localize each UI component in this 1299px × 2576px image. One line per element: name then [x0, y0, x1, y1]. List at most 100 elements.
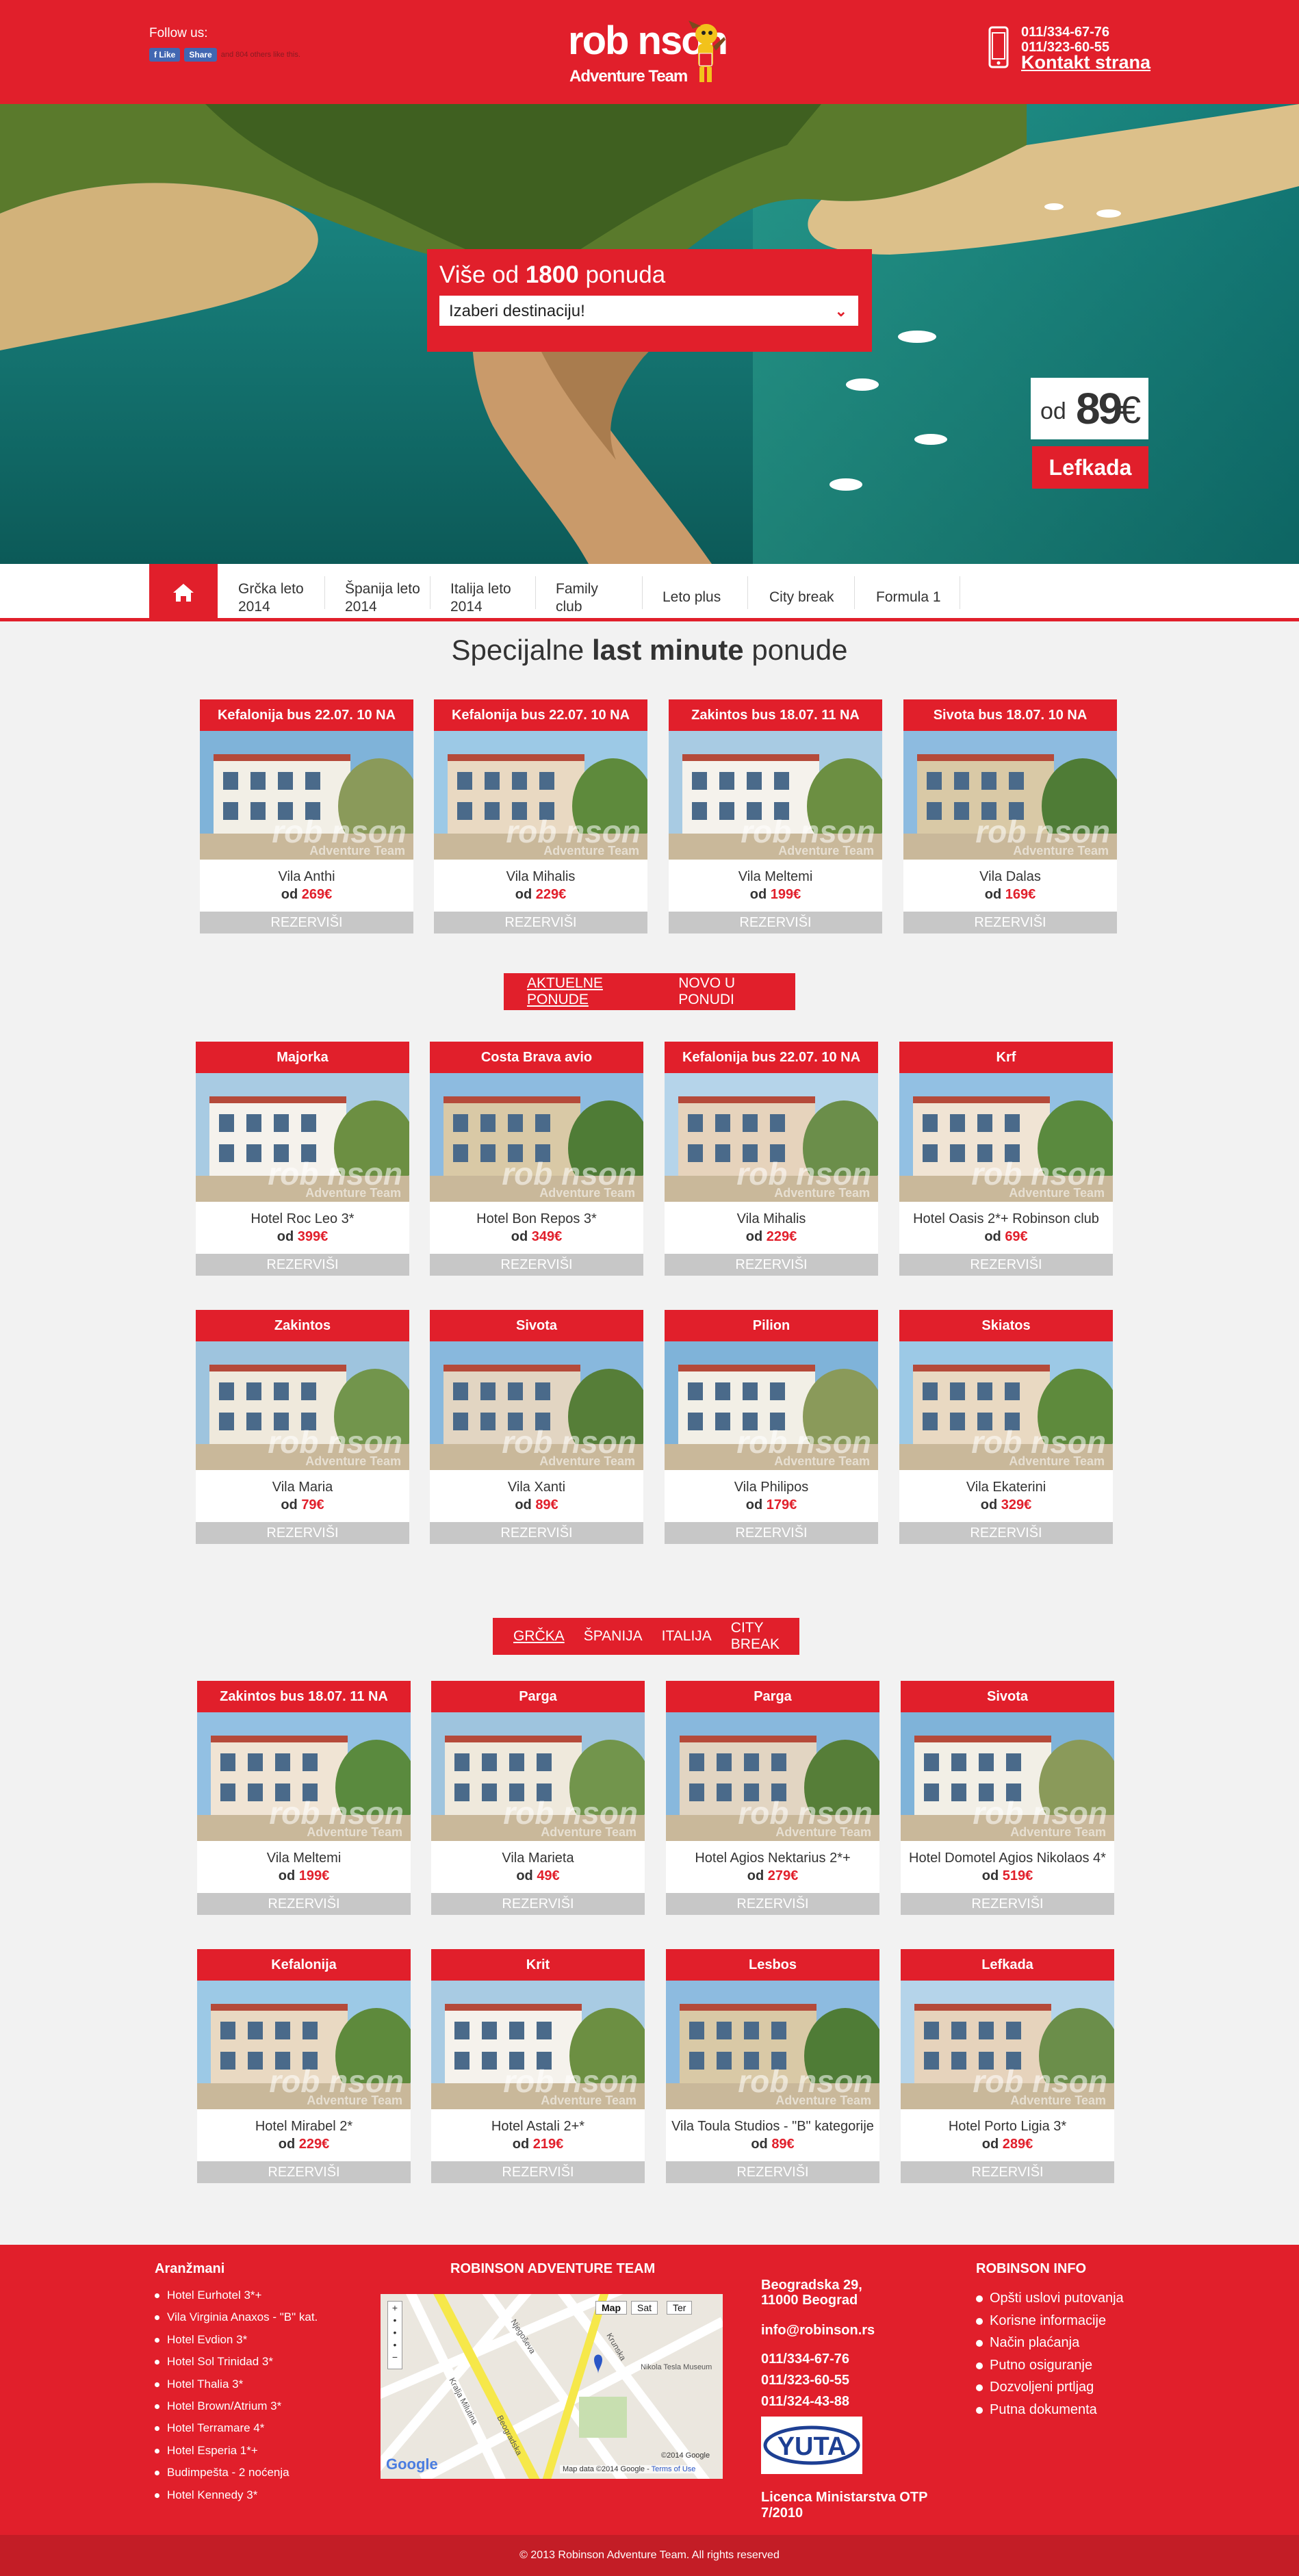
reserve-button[interactable]: REZERVIŠI: [430, 1254, 643, 1276]
reserve-button[interactable]: REZERVIŠI: [200, 912, 413, 933]
map-zoom-control[interactable]: + • • • −: [387, 2301, 402, 2369]
home-button[interactable]: [149, 564, 218, 621]
footer-link[interactable]: Hotel Brown/Atrium 3*: [155, 2395, 318, 2417]
reserve-button[interactable]: REZERVIŠI: [666, 2161, 879, 2183]
footer-email[interactable]: info@robinson.rs: [761, 2323, 875, 2339]
nav-item-spanija[interactable]: Španija leto 2014: [345, 580, 427, 616]
featured-destination-button[interactable]: Lefkada: [1032, 446, 1148, 489]
footer-link[interactable]: Način plaćanja: [976, 2332, 1124, 2354]
offer-card[interactable]: Kefalonija bus 22.07. 10 NA rob nson Adven…: [200, 699, 413, 933]
reserve-button[interactable]: REZERVIŠI: [431, 1893, 645, 1915]
tab-city-break[interactable]: CITY BREAK: [721, 1620, 799, 1653]
offer-card[interactable]: Skiatos rob nson Adventure Team Vila Ekater…: [899, 1310, 1113, 1544]
offer-photo[interactable]: rob nson Adventure Team: [669, 731, 882, 860]
offer-card[interactable]: Parga rob nson Adventure Team Vila Marieta o…: [431, 1681, 645, 1915]
reserve-button[interactable]: REZERVIŠI: [665, 1254, 878, 1276]
footer-link[interactable]: Korisne informacije: [976, 2310, 1124, 2332]
footer-link[interactable]: Dozvoljeni prtljag: [976, 2376, 1124, 2399]
offer-photo[interactable]: rob nson Adventure Team: [901, 1712, 1114, 1841]
footer-link[interactable]: Hotel Esperia 1*+: [155, 2440, 318, 2462]
map-type-map[interactable]: Map: [595, 2301, 627, 2315]
reserve-button[interactable]: REZERVIŠI: [430, 1522, 643, 1544]
footer-link[interactable]: Budimpešta - 2 noćenja: [155, 2462, 318, 2484]
reserve-button[interactable]: REZERVIŠI: [196, 1254, 409, 1276]
footer-link[interactable]: Hotel Terramare 4*: [155, 2417, 318, 2439]
reserve-button[interactable]: REZERVIŠI: [665, 1522, 878, 1544]
footer-link[interactable]: Hotel Thalia 3*: [155, 2373, 318, 2395]
phone-number[interactable]: 011/334-67-76: [1021, 25, 1109, 40]
footer-link[interactable]: Vila Virginia Anaxos - "B" kat.: [155, 2306, 318, 2328]
map-type-terrain[interactable]: Ter: [667, 2301, 693, 2315]
offer-photo[interactable]: rob nson Adventure Team: [899, 1341, 1113, 1470]
map-terms-link[interactable]: Terms of Use: [652, 2465, 696, 2473]
offer-card[interactable]: Kefalonija rob nson Adventure Team Hotel Mi…: [197, 1949, 411, 2183]
reserve-button[interactable]: REZERVIŠI: [431, 2161, 645, 2183]
tab-aktuelne-ponude[interactable]: AKTUELNE PONUDE: [515, 975, 666, 1008]
footer-link[interactable]: Hotel Kennedy 3*: [155, 2484, 318, 2506]
offer-photo[interactable]: rob nson Adventure Team: [197, 1712, 411, 1841]
phone-number[interactable]: 011/324-43-88: [761, 2391, 849, 2412]
reserve-button[interactable]: REZERVIŠI: [903, 912, 1117, 933]
offer-photo[interactable]: rob nson Adventure Team: [901, 1981, 1114, 2109]
offer-photo[interactable]: rob nson Adventure Team: [903, 731, 1117, 860]
tab-italija[interactable]: ITALIJA: [652, 1628, 721, 1645]
map-type-satellite[interactable]: Sat: [631, 2301, 658, 2315]
facebook-share-button[interactable]: Share: [184, 48, 217, 62]
offer-photo[interactable]: rob nson Adventure Team: [899, 1073, 1113, 1202]
location-map[interactable]: Kralja Milutina Beogradska Njegoševa Kru…: [381, 2294, 723, 2479]
nav-item-italija[interactable]: Italija leto 2014: [450, 580, 526, 616]
offer-photo[interactable]: rob nson Adventure Team: [665, 1073, 878, 1202]
offer-photo[interactable]: rob nson Adventure Team: [665, 1341, 878, 1470]
footer-link[interactable]: Hotel Evdion 3*: [155, 2329, 318, 2351]
destination-select[interactable]: Izaberi destinaciju! ⌄: [439, 296, 858, 326]
offer-card[interactable]: Zakintos bus 18.07. 11 NA rob nson Adventu…: [197, 1681, 411, 1915]
footer-link[interactable]: Hotel Sol Trinidad 3*: [155, 2351, 318, 2373]
reserve-button[interactable]: REZERVIŠI: [197, 2161, 411, 2183]
offer-card[interactable]: Sivota rob nson Adventure Team Vila Xanti od…: [430, 1310, 643, 1544]
offer-card[interactable]: Sivota rob nson Adventure Team Hotel Domote…: [901, 1681, 1114, 1915]
reserve-button[interactable]: REZERVIŠI: [196, 1522, 409, 1544]
offer-photo[interactable]: rob nson Adventure Team: [200, 731, 413, 860]
reserve-button[interactable]: REZERVIŠI: [669, 912, 882, 933]
reserve-button[interactable]: REZERVIŠI: [901, 2161, 1114, 2183]
nav-item-city-break[interactable]: City break: [769, 589, 834, 606]
reserve-button[interactable]: REZERVIŠI: [899, 1522, 1113, 1544]
offer-card[interactable]: Sivota bus 18.07. 10 NA rob nson Adventure…: [903, 699, 1117, 933]
reserve-button[interactable]: REZERVIŠI: [434, 912, 647, 933]
footer-link[interactable]: Opšti uslovi putovanja: [976, 2287, 1124, 2310]
offer-photo[interactable]: rob nson Adventure Team: [196, 1341, 409, 1470]
offer-card[interactable]: Majorka rob nson Adventure Team Hotel Roc L…: [196, 1042, 409, 1276]
nav-item-family-club[interactable]: Family club: [556, 580, 617, 616]
offer-photo[interactable]: rob nson Adventure Team: [666, 1981, 879, 2109]
footer-link[interactable]: Putna dokumenta: [976, 2399, 1124, 2421]
phone-number[interactable]: 011/334-67-76: [761, 2349, 849, 2370]
tab-spanija[interactable]: ŠPANIJA: [574, 1628, 652, 1645]
offer-photo[interactable]: rob nson Adventure Team: [431, 1981, 645, 2109]
nav-item-leto-plus[interactable]: Leto plus: [663, 589, 721, 606]
facebook-like-button[interactable]: f Like: [149, 48, 181, 62]
footer-link[interactable]: Putno osiguranje: [976, 2354, 1124, 2377]
phone-number[interactable]: 011/323-60-55: [761, 2370, 849, 2391]
offer-photo[interactable]: rob nson Adventure Team: [431, 1712, 645, 1841]
offer-card[interactable]: Parga rob nson Adventure Team Hotel Agios N…: [666, 1681, 879, 1915]
offer-card[interactable]: Kefalonija bus 22.07. 10 NA rob nson Adven…: [434, 699, 647, 933]
offer-card[interactable]: Krf rob nson Adventure Team Hotel Oasis 2*+…: [899, 1042, 1113, 1276]
offer-photo[interactable]: rob nson Adventure Team: [666, 1712, 879, 1841]
offer-card[interactable]: Zakintos bus 18.07. 11 NA rob nson Adventu…: [669, 699, 882, 933]
reserve-button[interactable]: REZERVIŠI: [901, 1893, 1114, 1915]
offer-photo[interactable]: rob nson Adventure Team: [196, 1073, 409, 1202]
offer-card[interactable]: Kefalonija bus 22.07. 10 NA rob nson Adven…: [665, 1042, 878, 1276]
nav-item-formula-1[interactable]: Formula 1: [876, 589, 941, 606]
reserve-button[interactable]: REZERVIŠI: [899, 1254, 1113, 1276]
nav-item-grcka[interactable]: Grčka leto 2014: [238, 580, 320, 616]
offer-card[interactable]: Zakintos rob nson Adventure Team Vila Maria…: [196, 1310, 409, 1544]
offer-card[interactable]: Lesbos rob nson Adventure Team Vila Toula S…: [666, 1949, 879, 2183]
offer-photo[interactable]: rob nson Adventure Team: [430, 1073, 643, 1202]
offer-photo[interactable]: rob nson Adventure Team: [434, 731, 647, 860]
robinson-logo[interactable]: rob nson Adventure Team: [568, 15, 732, 90]
offer-card[interactable]: Pilion rob nson Adventure Team Vila Philipo…: [665, 1310, 878, 1544]
footer-link[interactable]: Hotel Eurhotel 3*+: [155, 2284, 318, 2306]
offer-photo[interactable]: rob nson Adventure Team: [197, 1981, 411, 2109]
offer-card[interactable]: Krit rob nson Adventure Team Hotel Astali 2…: [431, 1949, 645, 2183]
contact-page-link[interactable]: Kontakt strana: [1021, 52, 1150, 73]
